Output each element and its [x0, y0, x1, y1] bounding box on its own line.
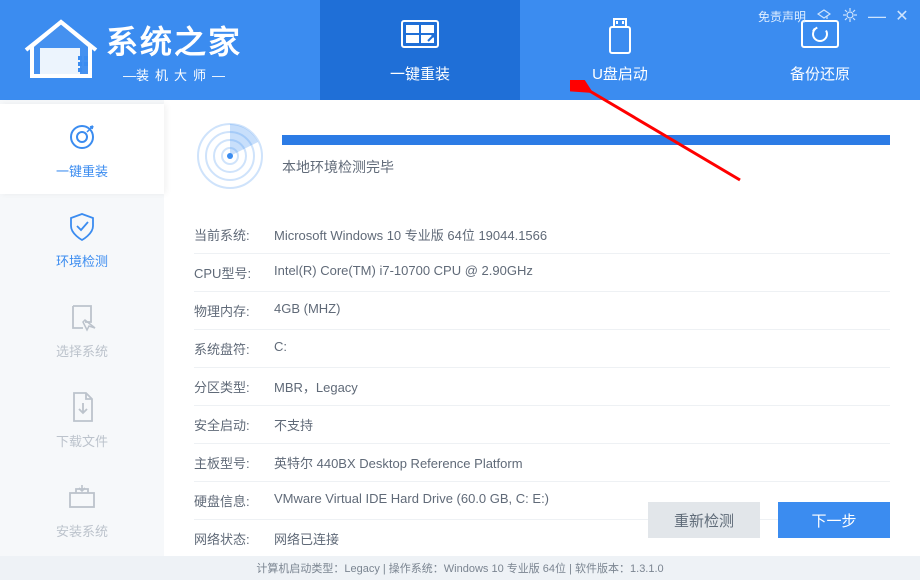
body: 一键重装 环境检测 选择系统 下载文件 安装系统: [0, 100, 920, 556]
close-button[interactable]: ✕: [894, 6, 910, 26]
info-row: 安全启动:不支持: [194, 406, 890, 444]
sidebar-item-label: 安装系统: [56, 521, 108, 540]
tab-reinstall[interactable]: 一键重装: [320, 0, 520, 100]
tab-label: U盘启动: [592, 63, 648, 84]
sidebar-item-label: 下载文件: [56, 431, 108, 450]
tab-label: 备份还原: [790, 63, 850, 84]
app-subtitle: 装机大师: [106, 65, 242, 84]
disclaimer-link[interactable]: 免责声明: [758, 8, 806, 25]
info-row: 物理内存:4GB (MHZ): [194, 292, 890, 330]
sidebar-item-reinstall[interactable]: 一键重装: [0, 104, 164, 194]
logo-area: 系统之家 装机大师: [0, 0, 320, 100]
sidebar-item-label: 选择系统: [56, 341, 108, 360]
select-icon: [64, 299, 100, 335]
sidebar: 一键重装 环境检测 选择系统 下载文件 安装系统: [0, 100, 164, 556]
main-panel: 本地环境检测完毕 当前系统:Microsoft Windows 10 专业版 6…: [164, 100, 920, 556]
sidebar-item-envcheck[interactable]: 环境检测: [0, 194, 164, 284]
usb-icon: [598, 17, 642, 57]
target-icon: [64, 119, 100, 155]
install-icon: [64, 479, 100, 515]
status-bar: 计算机启动类型：Legacy | 操作系统：Windows 10 专业版 64位…: [0, 556, 920, 580]
tab-label: 一键重装: [390, 63, 450, 84]
download-icon: [64, 389, 100, 425]
scan-status: 本地环境检测完毕: [282, 157, 890, 177]
rescan-button[interactable]: 重新检测: [648, 502, 760, 538]
info-row: 主板型号:英特尔 440BX Desktop Reference Platfor…: [194, 444, 890, 482]
info-row: 系统盘符:C:: [194, 330, 890, 368]
titlebar-controls: 免责声明 — ✕: [758, 6, 910, 26]
progress-bar: [282, 135, 890, 145]
tab-usb[interactable]: U盘启动: [520, 0, 720, 100]
info-row: CPU型号:Intel(R) Core(TM) i7-10700 CPU @ 2…: [194, 254, 890, 292]
status-text: 计算机启动类型：Legacy | 操作系统：Windows 10 专业版 64位…: [256, 560, 663, 576]
header: 系统之家 装机大师 一键重装 U盘启动 备份还原 免责声明: [0, 0, 920, 100]
shield-icon: [64, 209, 100, 245]
sidebar-item-download[interactable]: 下载文件: [0, 374, 164, 464]
app-title: 系统之家: [106, 17, 242, 63]
logo-icon: [22, 16, 100, 84]
info-row: 当前系统:Microsoft Windows 10 专业版 64位 19044.…: [194, 216, 890, 254]
gear-icon[interactable]: [842, 8, 858, 25]
sidebar-item-install[interactable]: 安装系统: [0, 464, 164, 554]
next-button[interactable]: 下一步: [778, 502, 890, 538]
grad-cap-icon[interactable]: [816, 9, 832, 24]
info-row: 分区类型:MBR，Legacy: [194, 368, 890, 406]
minimize-button[interactable]: —: [868, 12, 884, 20]
sidebar-item-label: 一键重装: [56, 161, 108, 180]
reinstall-icon: [398, 17, 442, 57]
sidebar-item-select[interactable]: 选择系统: [0, 284, 164, 374]
sidebar-item-label: 环境检测: [56, 251, 108, 270]
radar-icon: [194, 120, 266, 192]
